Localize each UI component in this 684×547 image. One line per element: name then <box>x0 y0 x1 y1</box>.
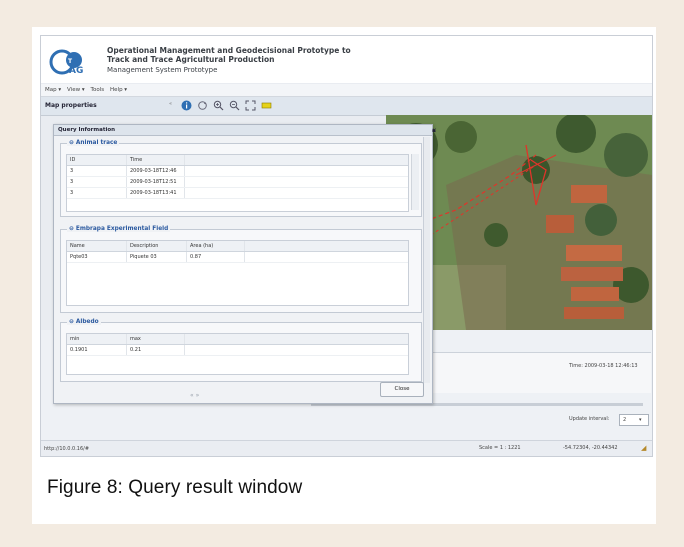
update-interval-value: 2 <box>623 417 627 423</box>
app-subtitle: Management System Prototype <box>107 66 218 74</box>
resize-grip-icon: ◢ <box>641 444 647 452</box>
menu-tools[interactable]: Tools <box>91 87 105 93</box>
dialog-titlebar[interactable]: Query Information ▪ ✕ <box>54 125 437 136</box>
table-row[interactable]: 0.1901 0.21 <box>67 345 408 356</box>
update-interval-label: Update interval: <box>569 416 610 422</box>
column-header-max[interactable]: max <box>127 334 185 344</box>
column-header-min[interactable]: min <box>67 334 127 344</box>
svg-text:AG: AG <box>69 66 83 76</box>
info-icon[interactable] <box>181 100 192 111</box>
column-header-area[interactable]: Area (ha) <box>187 241 245 251</box>
animal-trace-scrollbar[interactable] <box>411 154 419 210</box>
application-screenshot: AG T Operational Management and Geodecis… <box>40 35 653 457</box>
table-header: min max <box>67 334 408 345</box>
otag-logo: AG T <box>49 49 83 76</box>
chevron-down-icon: ▾ <box>639 417 642 423</box>
table-row[interactable]: 3 2009-03-18T13:41 <box>67 188 408 199</box>
query-information-dialog: Query Information ▪ ✕ ⊖ Animal trace ID T… <box>53 124 437 404</box>
embrapa-field-group: ⊖ Embrapa Experimental Field Name Descrip… <box>60 226 422 313</box>
column-header-id[interactable]: ID <box>67 155 127 165</box>
albedo-table: min max 0.1901 0.21 <box>66 333 409 375</box>
table-row[interactable]: 3 2009-03-18T12:46 <box>67 166 408 177</box>
animal-trace-group: ⊖ Animal trace ID Time 3 2009-03-18T12:46 … <box>60 140 422 217</box>
zoom-in-icon[interactable] <box>213 100 224 111</box>
figure-card: AG T Operational Management and Geodecis… <box>32 27 656 524</box>
map-scale: Scale = 1 : 1221 <box>479 445 521 451</box>
status-bar: http://10.0.0.16/# Scale = 1 : 1221 -54.… <box>41 440 652 456</box>
close-icon[interactable]: ✕ <box>432 128 437 134</box>
menu-help[interactable]: Help ▾ <box>110 87 127 93</box>
table-row[interactable]: Pqte03 Piquete 03 0.87 <box>67 252 408 263</box>
pager[interactable]: « » <box>190 392 199 399</box>
app-title-line-2: Track and Trace Agricultural Production <box>107 55 275 64</box>
update-interval-select[interactable]: 2 ▾ <box>619 414 649 426</box>
panel-title: Map properties <box>45 102 97 109</box>
zoom-out-icon[interactable] <box>229 100 240 111</box>
refresh-icon[interactable] <box>197 100 208 111</box>
close-button[interactable]: Close <box>380 382 424 397</box>
column-header-time[interactable]: Time <box>127 155 185 165</box>
animal-trace-table: ID Time 3 2009-03-18T12:46 3 2009-03-18T12:… <box>66 154 409 212</box>
legend-icon[interactable] <box>261 100 272 111</box>
table-header: ID Time <box>67 155 408 166</box>
map-toolbar <box>181 100 275 112</box>
app-title-line-1: Operational Management and Geodecisional… <box>107 46 351 55</box>
column-header-description[interactable]: Description <box>127 241 187 251</box>
map-properties-bar: Map properties « <box>41 97 652 116</box>
dialog-title: Query Information <box>58 127 116 133</box>
column-header-name[interactable]: Name <box>67 241 127 251</box>
menu-view[interactable]: View ▾ <box>67 87 85 93</box>
status-url: http://10.0.0.16/# <box>44 446 90 452</box>
table-header: Name Description Area (ha) <box>67 241 408 252</box>
app-header: AG T Operational Management and Geodecis… <box>41 36 652 83</box>
collapse-icon[interactable]: « <box>169 101 172 107</box>
embrapa-field-table: Name Description Area (ha) Pqte03 Piquete 0… <box>66 240 409 306</box>
albedo-group: ⊖ Albedo min max 0.1901 0.21 <box>60 319 422 382</box>
albedo-title[interactable]: ⊖ Albedo <box>67 319 101 325</box>
menu-bar: Map ▾ View ▾ Tools Help ▾ <box>41 84 652 97</box>
app-title: Operational Management and Geodecisional… <box>107 46 467 64</box>
map-coordinates: -54.72304, -20.44342 <box>563 445 618 451</box>
dialog-scrollbar[interactable] <box>423 137 430 383</box>
full-extent-icon[interactable] <box>245 100 256 111</box>
embrapa-field-title[interactable]: ⊖ Embrapa Experimental Field <box>67 226 171 232</box>
table-row[interactable]: 3 2009-03-18T12:51 <box>67 177 408 188</box>
animal-trace-title[interactable]: ⊖ Animal trace <box>67 140 120 146</box>
figure-caption: Figure 8: Query result window <box>47 477 303 498</box>
menu-map[interactable]: Map ▾ <box>45 87 61 93</box>
time-readout: Time: 2009-03-18 12:46:13 <box>569 363 638 369</box>
